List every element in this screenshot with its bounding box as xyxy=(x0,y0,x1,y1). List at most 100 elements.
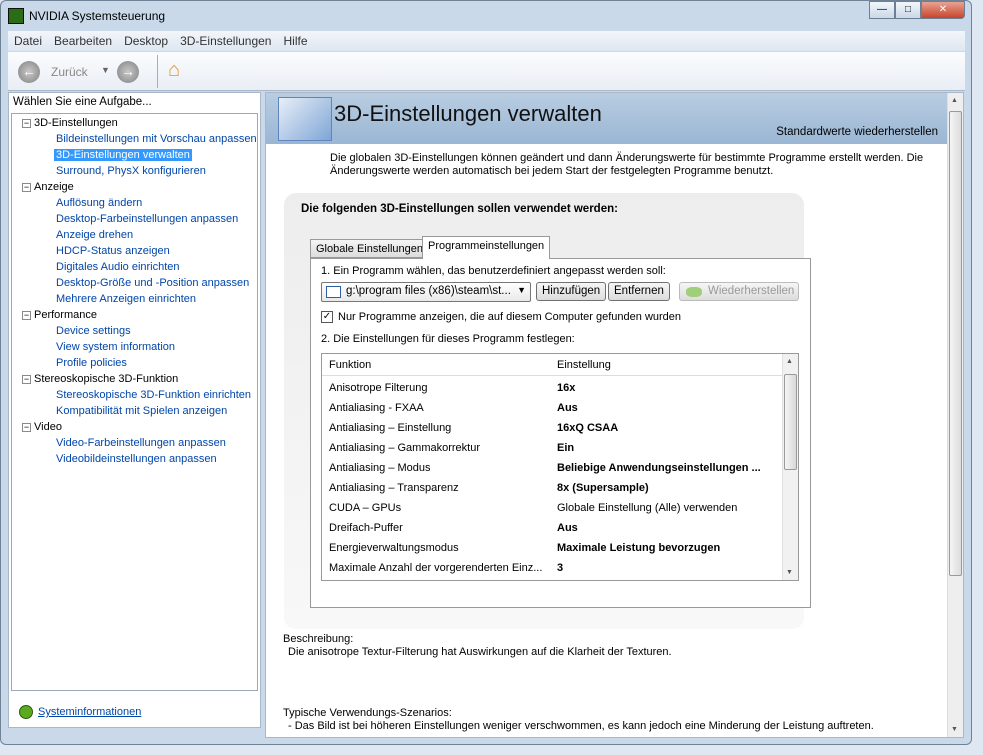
system-info-link[interactable]: Systeminformationen xyxy=(19,705,141,719)
tree-item[interactable]: Stereoskopische 3D-Funktion einrichten xyxy=(54,389,253,401)
setting-cell[interactable]: 8x (Supersample) xyxy=(557,482,779,494)
scroll-up-icon[interactable]: ▲ xyxy=(786,358,793,365)
tab-global-settings[interactable]: Globale Einstellungen xyxy=(310,239,430,258)
history-dropdown-icon[interactable]: ▼ xyxy=(101,65,110,75)
tree-group[interactable]: − Anzeige xyxy=(22,181,74,193)
setting-cell[interactable]: Beliebige Anwendungseinstellungen ... xyxy=(557,462,779,474)
checkbox-label: Nur Programme anzeigen, die auf diesem C… xyxy=(338,311,682,323)
tree-item[interactable]: Device settings xyxy=(54,325,133,337)
tree-item[interactable]: Video-Farbeinstellungen anpassen xyxy=(54,437,228,449)
system-info-label[interactable]: Systeminformationen xyxy=(38,706,141,718)
tree-item[interactable]: Desktop-Farbeinstellungen anpassen xyxy=(54,213,240,225)
tree-item[interactable]: Digitales Audio einrichten xyxy=(54,261,182,273)
tree-item[interactable]: Auflösung ändern xyxy=(54,197,144,209)
setting-cell[interactable]: 16x xyxy=(557,382,779,394)
table-row[interactable]: Maximale Anzahl der vorgerenderten Einz.… xyxy=(322,558,782,578)
tree-item[interactable]: Kompatibilität mit Spielen anzeigen xyxy=(54,405,229,417)
chevron-down-icon: ▼ xyxy=(517,285,526,295)
table-row[interactable]: Antialiasing - FXAA Aus xyxy=(322,398,782,418)
close-button[interactable]: ✕ xyxy=(921,1,965,19)
setting-cell[interactable]: Maximale Leistung bevorzugen xyxy=(557,542,779,554)
table-row[interactable]: Anisotrope Filterung 16x xyxy=(322,378,782,398)
table-scroll-thumb[interactable] xyxy=(784,374,797,470)
table-row[interactable]: Antialiasing – Modus Beliebige Anwendungs… xyxy=(322,458,782,478)
tree-group-label[interactable]: Anzeige xyxy=(34,181,74,193)
panel-heading: Die folgenden 3D-Einstellungen sollen ve… xyxy=(301,203,618,215)
table-row[interactable]: Antialiasing – Gammakorrektur Ein xyxy=(322,438,782,458)
tree-item[interactable]: Profile policies xyxy=(54,357,129,369)
tree-group-label[interactable]: Performance xyxy=(34,309,97,321)
tree-group[interactable]: − Video xyxy=(22,421,62,433)
table-row[interactable]: Antialiasing – Transparenz 8x (Supersampl… xyxy=(322,478,782,498)
tree-group-label[interactable]: 3D-Einstellungen xyxy=(34,117,118,129)
content-scroll-thumb[interactable] xyxy=(949,111,962,576)
menu-3d-einstellungen[interactable]: 3D-Einstellungen xyxy=(174,31,277,51)
window-title: NVIDIA Systemsteuerung xyxy=(29,9,166,23)
setting-cell[interactable]: Globale Einstellung (Alle) verwenden xyxy=(557,502,779,514)
table-scrollbar[interactable]: ▲ ▼ xyxy=(782,354,798,580)
collapse-icon[interactable]: − xyxy=(22,118,31,128)
collapse-icon[interactable]: − xyxy=(22,182,31,192)
sidebar-header: Wählen Sie eine Aufgabe... xyxy=(13,96,152,108)
tree-item[interactable]: HDCP-Status anzeigen xyxy=(54,245,172,257)
scroll-down-icon[interactable]: ▼ xyxy=(786,569,793,576)
tree-item[interactable]: Desktop-Größe und -Position anpassen xyxy=(54,277,251,289)
menu-hilfe[interactable]: Hilfe xyxy=(277,31,313,51)
home-icon[interactable]: ⌂ xyxy=(168,59,180,82)
restore-label: Wiederherstellen xyxy=(708,285,795,297)
maximize-button[interactable]: □ xyxy=(895,1,921,19)
table-header: Funktion Einstellung xyxy=(322,354,782,376)
tab-program-settings[interactable]: Programmeinstellungen xyxy=(422,236,551,259)
collapse-icon[interactable]: − xyxy=(22,422,31,432)
program-settings-body: 1. Ein Programm wählen, das benutzerdefi… xyxy=(310,258,811,608)
step1-label: 1. Ein Programm wählen, das benutzerdefi… xyxy=(321,265,666,277)
tree-item[interactable]: Bildeinstellungen mit Vorschau anpassen xyxy=(54,133,259,145)
table-row[interactable]: CUDA – GPUs Globale Einstellung (Alle) ve… xyxy=(322,498,782,518)
program-select[interactable]: g:\program files (x86)\steam\st... ▼ xyxy=(321,282,531,302)
tree-group[interactable]: −3D-Einstellungen xyxy=(22,117,118,129)
collapse-icon[interactable]: − xyxy=(22,374,31,384)
tree-group[interactable]: − Stereoskopische 3D-Funktion xyxy=(22,373,178,385)
forward-arrow-icon[interactable]: → xyxy=(117,61,139,83)
menu-datei[interactable]: Datei xyxy=(8,31,48,51)
column-header-setting[interactable]: Einstellung xyxy=(557,359,611,371)
tree-item[interactable]: Mehrere Anzeigen einrichten xyxy=(54,293,198,305)
tree-item[interactable]: Surround, PhysX konfigurieren xyxy=(54,165,208,177)
show-found-programs-checkbox[interactable]: ✓ xyxy=(321,311,333,323)
content-scrollbar[interactable]: ▲ ▼ xyxy=(947,93,963,737)
setting-cell[interactable]: Ein xyxy=(557,442,779,454)
remove-program-button[interactable]: Entfernen xyxy=(608,282,670,301)
back-arrow-icon[interactable]: ← xyxy=(18,61,40,83)
restore-defaults-link[interactable]: Standardwerte wiederherstellen xyxy=(776,126,938,138)
tree-item[interactable]: Anzeige drehen xyxy=(54,229,135,241)
function-cell: Dreifach-Puffer xyxy=(329,522,403,534)
tree-item[interactable]: Videobildeinstellungen anpassen xyxy=(54,453,219,465)
add-program-button[interactable]: Hinzufügen xyxy=(536,282,607,301)
menu-desktop[interactable]: Desktop xyxy=(118,31,174,51)
tree-item[interactable]: View system information xyxy=(54,341,177,353)
column-header-function[interactable]: Funktion xyxy=(329,359,371,371)
scroll-down-icon[interactable]: ▼ xyxy=(951,726,958,733)
tree-item[interactable]: 3D-Einstellungen verwalten xyxy=(54,149,192,161)
tree-group-label[interactable]: Stereoskopische 3D-Funktion xyxy=(34,373,178,385)
setting-cell[interactable]: Aus xyxy=(557,522,779,534)
setting-cell[interactable]: Aus xyxy=(557,402,779,414)
collapse-icon[interactable]: − xyxy=(22,310,31,320)
function-cell: Anisotrope Filterung xyxy=(329,382,428,394)
menu-bar: Datei Bearbeiten Desktop 3D-Einstellunge… xyxy=(8,31,965,51)
minimize-button[interactable]: — xyxy=(869,1,895,19)
setting-cell[interactable]: 16xQ CSAA xyxy=(557,422,779,434)
restore-program-button[interactable]: Wiederherstellen xyxy=(679,282,799,301)
function-cell: Energieverwaltungsmodus xyxy=(329,542,459,554)
tree-group-label[interactable]: Video xyxy=(34,421,62,433)
table-row[interactable]: Dreifach-Puffer Aus xyxy=(322,518,782,538)
info-icon xyxy=(19,705,33,719)
table-row[interactable]: Energieverwaltungsmodus Maximale Leistung… xyxy=(322,538,782,558)
tree-group[interactable]: − Performance xyxy=(22,309,97,321)
table-row[interactable]: Antialiasing – Einstellung 16xQ CSAA xyxy=(322,418,782,438)
menu-bearbeiten[interactable]: Bearbeiten xyxy=(48,31,118,51)
back-label[interactable]: Zurück xyxy=(51,65,88,79)
setting-cell[interactable]: 3 xyxy=(557,562,779,574)
scroll-up-icon[interactable]: ▲ xyxy=(951,97,958,104)
content-pane: 3D-Einstellungen verwalten Standardwerte… xyxy=(265,92,964,738)
